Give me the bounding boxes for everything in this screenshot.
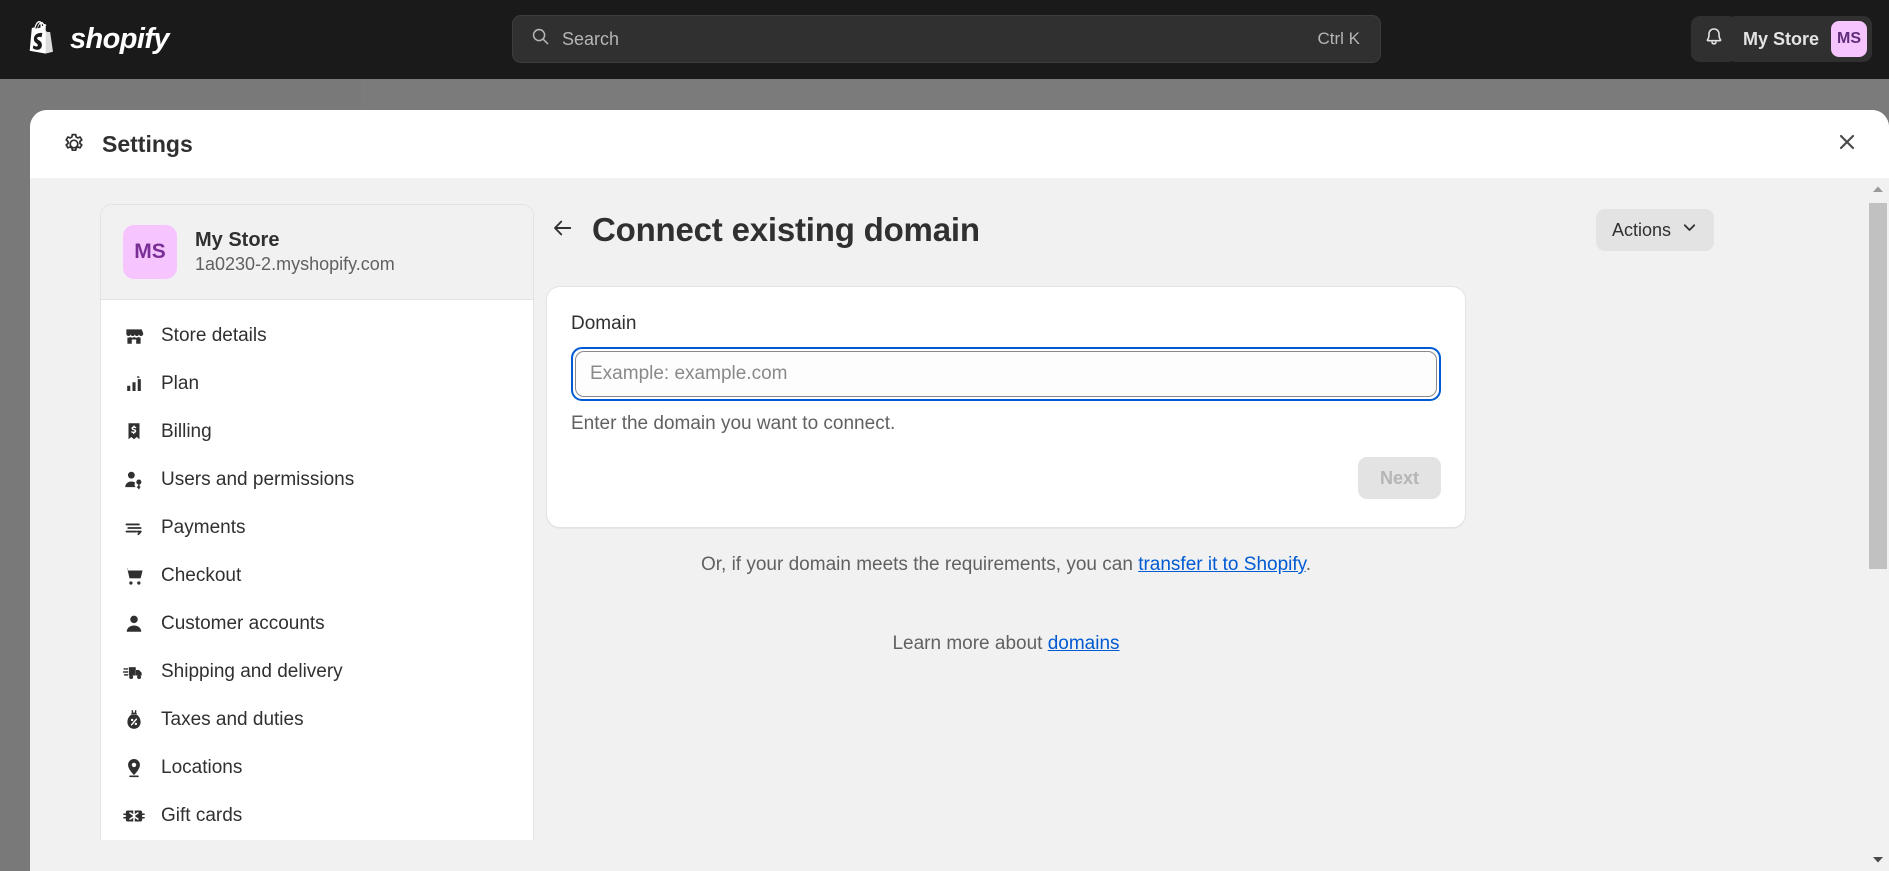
sidebar-item-label: Gift cards xyxy=(161,805,243,826)
transfer-hint-prefix: Or, if your domain meets the requirement… xyxy=(700,554,1139,575)
modal-body: MS My Store 1a0230-2.myshopify.com Store… xyxy=(30,178,1889,871)
store-name: My Store xyxy=(195,229,280,251)
gear-icon xyxy=(62,132,86,156)
domain-field-help: Enter the domain you want to connect. xyxy=(571,413,896,434)
page-header: Connect existing domain Actions xyxy=(464,206,1834,254)
domain-field-label: Domain xyxy=(571,313,637,334)
scrollbar-down-button[interactable] xyxy=(1867,849,1889,871)
transfer-hint: Or, if your domain meets the requirement… xyxy=(546,554,1466,576)
sidebar-item-label: Plan xyxy=(161,373,200,394)
billing-receipt-icon xyxy=(123,421,145,443)
next-button[interactable]: Next xyxy=(1357,457,1441,499)
page-title: Settings xyxy=(102,130,193,157)
domain-card-footer: Next xyxy=(571,457,1441,499)
main-inner: Connect existing domain Actions Domain E… xyxy=(464,206,1834,655)
learn-more-hint: Learn more about domains xyxy=(546,633,1466,655)
sidebar-item-label: Users and permissions xyxy=(161,469,355,490)
shopify-wordmark: shopify xyxy=(70,23,170,55)
search-input[interactable]: Search xyxy=(562,29,1318,50)
actions-button-label: Actions xyxy=(1611,219,1671,240)
payments-card-icon xyxy=(123,517,145,539)
scrollbar-thumb[interactable] xyxy=(1869,203,1887,569)
modal-scrollbar[interactable] xyxy=(1867,178,1889,871)
page-heading: Connect existing domain xyxy=(592,211,980,248)
sidebar-item-label: Taxes and duties xyxy=(161,709,304,730)
global-topbar: shopify Search Ctrl K My Store MS xyxy=(0,0,1889,79)
settings-main-panel: Connect existing domain Actions Domain E… xyxy=(464,178,1889,871)
modal-title-group: Settings xyxy=(62,131,193,158)
cart-icon xyxy=(123,565,145,587)
settings-sidebar: MS My Store 1a0230-2.myshopify.com Store… xyxy=(30,178,534,871)
domain-input[interactable] xyxy=(575,351,1437,397)
sidebar-item-label: Locations xyxy=(161,757,243,778)
store-url: 1a0230-2.myshopify.com xyxy=(195,254,395,274)
store-name-label: My Store xyxy=(1742,28,1819,49)
avatar: MS xyxy=(1831,21,1867,57)
store-switcher-button[interactable]: My Store MS xyxy=(1726,16,1872,62)
global-search-bar[interactable]: Search Ctrl K xyxy=(512,15,1381,63)
close-icon xyxy=(1838,133,1856,156)
gift-card-icon xyxy=(123,805,145,827)
store-card-text: My Store 1a0230-2.myshopify.com xyxy=(195,229,395,275)
arrow-left-icon xyxy=(552,217,574,244)
chevron-down-icon xyxy=(1681,219,1698,241)
avatar: MS xyxy=(123,225,177,279)
location-pin-icon xyxy=(123,757,145,779)
tax-bag-percent-icon xyxy=(123,709,145,731)
plan-chart-icon xyxy=(123,373,145,395)
shopify-bag-icon xyxy=(26,20,60,59)
bell-icon xyxy=(1703,26,1725,53)
person-icon xyxy=(123,613,145,635)
delivery-truck-icon xyxy=(123,661,145,683)
close-modal-button[interactable] xyxy=(1829,126,1865,162)
search-icon xyxy=(531,27,550,51)
transfer-hint-suffix: . xyxy=(1305,554,1312,575)
users-key-icon xyxy=(123,469,145,491)
domains-help-link[interactable]: domains xyxy=(1048,633,1120,654)
triangle-down-icon xyxy=(1872,851,1884,869)
sidebar-item-label: Customer accounts xyxy=(161,613,325,634)
domain-input-focus-ring xyxy=(571,347,1441,401)
sidebar-item-label: Shipping and delivery xyxy=(161,661,343,682)
shopify-logo[interactable]: shopify xyxy=(26,20,170,59)
sidebar-item-label: Checkout xyxy=(161,565,242,586)
sidebar-item-label: Payments xyxy=(161,517,246,538)
learn-more-prefix: Learn more about xyxy=(892,633,1048,654)
settings-modal: Settings MS My Store 1a0230-2.myshopify.… xyxy=(30,110,1889,871)
scrollbar-up-button[interactable] xyxy=(1867,178,1889,200)
modal-header: Settings xyxy=(30,110,1889,178)
back-button[interactable] xyxy=(546,213,580,247)
actions-button[interactable]: Actions xyxy=(1595,209,1714,251)
triangle-up-icon xyxy=(1872,180,1884,198)
sidebar-item-label: Store details xyxy=(161,325,267,346)
transfer-to-shopify-link[interactable]: transfer it to Shopify xyxy=(1138,554,1306,575)
search-shortcut-hint: Ctrl K xyxy=(1317,29,1361,48)
store-icon xyxy=(123,325,145,347)
sidebar-item-label: Billing xyxy=(161,421,212,442)
domain-card: Domain Enter the domain you want to conn… xyxy=(546,286,1466,528)
